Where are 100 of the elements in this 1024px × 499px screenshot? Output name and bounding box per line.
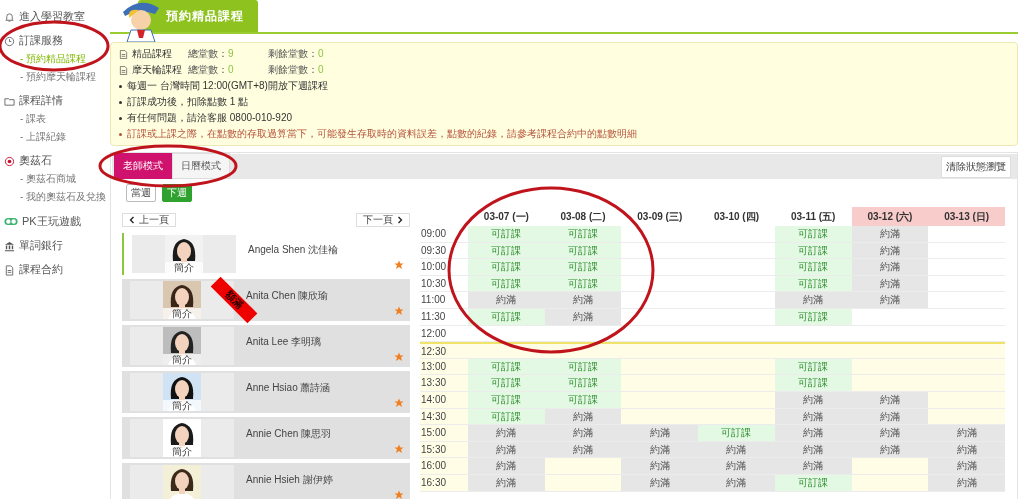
sidebar-item[interactable]: 課程詳情: [0, 92, 110, 110]
sidebar-label: 課程合約: [19, 263, 63, 277]
mode-tab[interactable]: 日曆模式: [172, 153, 230, 179]
notice-text: 訂課或上課之際，在點數的存取過算當下，可能發生存取時的資料誤差，點數的紀錄，請參考課程合約中的點數明細: [127, 127, 637, 141]
document-icon: [119, 49, 128, 59]
course-name: 摩天輪課程: [132, 63, 183, 77]
sidebar-label: 訂課服務: [19, 34, 63, 48]
bell-icon: [4, 11, 15, 23]
date-header: 03-08 (二): [559, 210, 607, 224]
sidebar-item[interactable]: 單詞銀行: [0, 237, 110, 255]
teacher-card[interactable]: 簡介 Annie Chen 陳思羽: [122, 417, 410, 459]
sidebar-item[interactable]: 奧茲石: [0, 152, 110, 170]
star-icon[interactable]: [394, 444, 404, 454]
chevron-right-icon: [397, 216, 403, 224]
time-label: 10:00: [420, 260, 448, 275]
intro-link[interactable]: 簡介: [163, 400, 201, 411]
time-label: 15:00: [420, 426, 448, 441]
teacher-name: Annie Chen 陳思羽: [246, 428, 332, 439]
available-slot[interactable]: 可訂課: [544, 226, 622, 242]
sidebar-subitem[interactable]: - 奧茲石商城: [0, 170, 110, 188]
date-header: 03-10 (四): [713, 210, 760, 224]
available-slot[interactable]: 可訂課: [468, 375, 545, 391]
teacher-card[interactable]: 簡介 Anne Hsiao 蕭詩涵: [122, 371, 410, 413]
date-header: 03-11 (五): [789, 210, 837, 224]
bullet-icon: [119, 116, 122, 120]
star-icon[interactable]: [394, 306, 404, 316]
sidebar-item[interactable]: 訂課服務: [0, 32, 110, 50]
remaining-count: 剩餘堂數：0: [268, 47, 325, 61]
notice-text: 每週一 台灣時間 12:00(GMT+8)開放下週課程: [127, 79, 328, 93]
sidebar-item[interactable]: 進入學習教室: [0, 8, 110, 26]
full-slot: 約滿: [544, 425, 622, 441]
intro-link[interactable]: 簡介: [165, 262, 203, 273]
next-page-button[interactable]: 下一頁: [356, 213, 410, 227]
full-slot: 約滿: [468, 292, 545, 308]
clock-icon: [4, 35, 15, 47]
available-slot[interactable]: 可訂課: [774, 259, 852, 275]
sidebar-subitem[interactable]: - 課表: [0, 110, 110, 128]
available-slot[interactable]: 可訂課: [544, 259, 622, 275]
full-slot: 約滿: [851, 292, 929, 308]
mode-tab[interactable]: 老師模式: [114, 153, 172, 179]
teacher-card[interactable]: 簡介 Anita Lee 李明璃: [122, 325, 410, 367]
sidebar-label: 奧茲石: [19, 154, 52, 168]
full-slot: 約滿: [621, 458, 699, 474]
target-icon: [4, 155, 15, 167]
bullet-icon: [119, 84, 122, 88]
time-label: 09:00: [420, 227, 448, 241]
date-header: 03-09 (三): [636, 210, 684, 224]
total-count: 總堂數：0: [188, 63, 235, 77]
teacher-card[interactable]: Annie Hsieh 謝伊婷: [122, 463, 410, 499]
time-label: 14:30: [420, 409, 448, 424]
sidebar-label: 進入學習教室: [19, 10, 85, 24]
full-slot: 約滿: [851, 226, 929, 242]
date-header: 03-12 (六): [851, 207, 929, 226]
sidebar-subitem[interactable]: - 預約精品課程: [0, 50, 110, 68]
page-title: 預約精品課程: [138, 0, 258, 32]
full-slot: 約滿: [928, 458, 1005, 474]
sidebar-label: 單詞銀行: [19, 239, 63, 253]
sidebar-subitem[interactable]: - 上課紀錄: [0, 128, 110, 146]
intro-link[interactable]: 簡介: [163, 308, 201, 319]
full-slot: 約滿: [774, 458, 852, 474]
document-icon: [4, 264, 15, 276]
notice-text: 有任何問題，請洽客服 0800-010-920: [127, 111, 293, 125]
full-slot: 約滿: [544, 292, 622, 308]
star-icon[interactable]: [394, 398, 404, 408]
intro-link[interactable]: 簡介: [163, 354, 201, 365]
full-slot: 約滿: [928, 425, 1005, 441]
sidebar-label: 課程詳情: [19, 94, 63, 108]
time-label: 11:30: [420, 309, 447, 324]
sidebar-item[interactable]: 課程合約: [0, 261, 110, 279]
date-header: 03-13 (日): [928, 207, 1005, 226]
time-label: 13:00: [420, 359, 448, 374]
time-label: 11:00: [420, 293, 447, 308]
time-label: 09:30: [420, 243, 448, 258]
clear-button[interactable]: 清除狀態瀏覽: [941, 155, 1011, 178]
teacher-name: Annie Hsieh 謝伊婷: [246, 474, 333, 485]
available-slot[interactable]: 可訂課: [774, 226, 852, 242]
available-slot[interactable]: 可訂課: [698, 425, 775, 441]
sidebar-subitem[interactable]: - 我的奧茲石及兌換: [0, 188, 110, 206]
available-slot[interactable]: 可訂課: [468, 259, 545, 275]
course-name: 精品課程: [132, 47, 173, 61]
star-icon[interactable]: [394, 260, 404, 270]
teacher-name: Anita Lee 李明璃: [246, 336, 322, 347]
available-slot[interactable]: 可訂課: [774, 375, 852, 391]
time-label: 10:30: [420, 276, 448, 291]
time-label: 12:30: [420, 345, 448, 360]
previous-page-button[interactable]: 上一頁: [122, 213, 176, 227]
sidebar-item[interactable]: PK王玩遊戲: [0, 212, 110, 231]
full-slot: 約滿: [774, 292, 852, 308]
available-slot[interactable]: 可訂課: [468, 226, 545, 242]
star-icon[interactable]: [394, 490, 404, 499]
available-slot[interactable]: 可訂課: [544, 375, 622, 391]
time-label: 14:00: [420, 392, 448, 407]
time-label: 15:30: [420, 442, 448, 457]
time-label: 16:00: [420, 459, 448, 474]
sidebar-subitem[interactable]: - 預約摩天輪課程: [0, 68, 110, 86]
full-slot: 約滿: [468, 458, 545, 474]
full-slot: 約滿: [774, 425, 852, 441]
star-icon[interactable]: [394, 352, 404, 362]
bullet-icon: [119, 100, 122, 104]
time-label: 13:30: [420, 376, 448, 391]
